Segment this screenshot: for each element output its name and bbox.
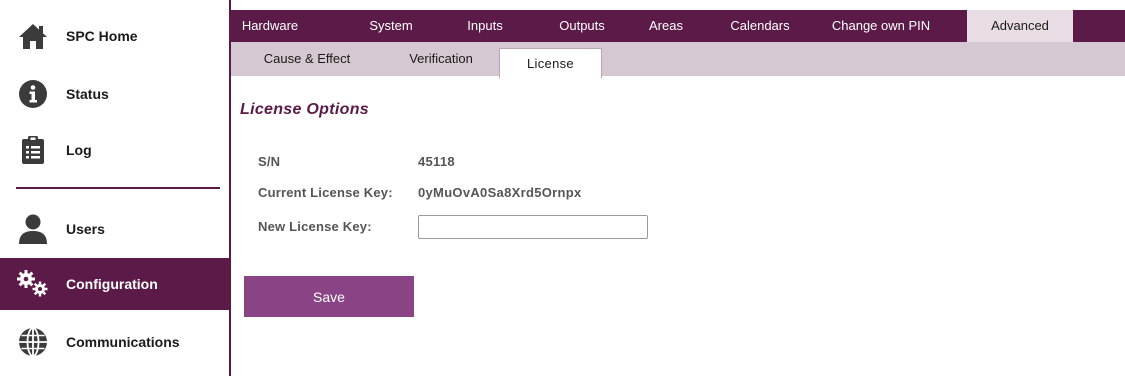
new-license-key-input[interactable] (418, 215, 648, 239)
gears-icon (0, 269, 66, 299)
sidebar-item-spc-home[interactable]: SPC Home (0, 10, 229, 62)
tab-cause-effect[interactable]: Cause & Effect (251, 42, 363, 76)
info-icon (0, 79, 66, 109)
tab-advanced[interactable]: Advanced (967, 10, 1073, 42)
sn-label: S/N (258, 154, 281, 169)
sidebar-item-label: SPC Home (66, 28, 138, 44)
tab-change-own-pin[interactable]: Change own PIN (816, 10, 946, 42)
tab-verification[interactable]: Verification (391, 42, 491, 76)
sidebar-item-users[interactable]: Users (0, 203, 229, 255)
sidebar-item-log[interactable]: Log (0, 124, 229, 176)
sidebar-item-configuration[interactable]: Configuration (0, 258, 229, 310)
sidebar-item-communications[interactable]: Communications (0, 316, 229, 368)
tab-inputs[interactable]: Inputs (450, 10, 520, 42)
sidebar-divider (16, 187, 220, 189)
tab-outputs[interactable]: Outputs (539, 10, 625, 42)
globe-icon (0, 327, 66, 357)
page-title: License Options (240, 101, 369, 118)
sidebar-item-label: Users (66, 221, 105, 237)
user-icon (0, 214, 66, 244)
sidebar: SPC Home Status Log Users Configuration … (0, 0, 231, 376)
sidebar-item-label: Configuration (66, 276, 158, 292)
save-button[interactable]: Save (244, 276, 414, 317)
tab-calendars[interactable]: Calendars (715, 10, 805, 42)
home-icon (0, 22, 66, 50)
current-license-key-label: Current License Key: (258, 185, 393, 200)
current-license-key-value: 0yMuOvA0Sa8Xrd5Ornpx (418, 185, 582, 200)
tab-system[interactable]: System (354, 10, 428, 42)
new-license-key-label: New License Key: (258, 219, 372, 234)
sn-value: 45118 (418, 154, 455, 169)
sidebar-item-label: Communications (66, 334, 180, 350)
sidebar-item-label: Log (66, 142, 92, 158)
tab-areas[interactable]: Areas (633, 10, 699, 42)
sub-tab-bar: Cause & Effect Verification License (231, 42, 1125, 78)
tab-license[interactable]: License (499, 48, 602, 78)
clipboard-list-icon (0, 135, 66, 165)
tab-hardware[interactable]: Hardware (231, 10, 309, 42)
top-tab-bar: Hardware System Inputs Outputs Areas Cal… (231, 10, 1125, 42)
sidebar-item-status[interactable]: Status (0, 68, 229, 120)
sidebar-item-label: Status (66, 86, 109, 102)
